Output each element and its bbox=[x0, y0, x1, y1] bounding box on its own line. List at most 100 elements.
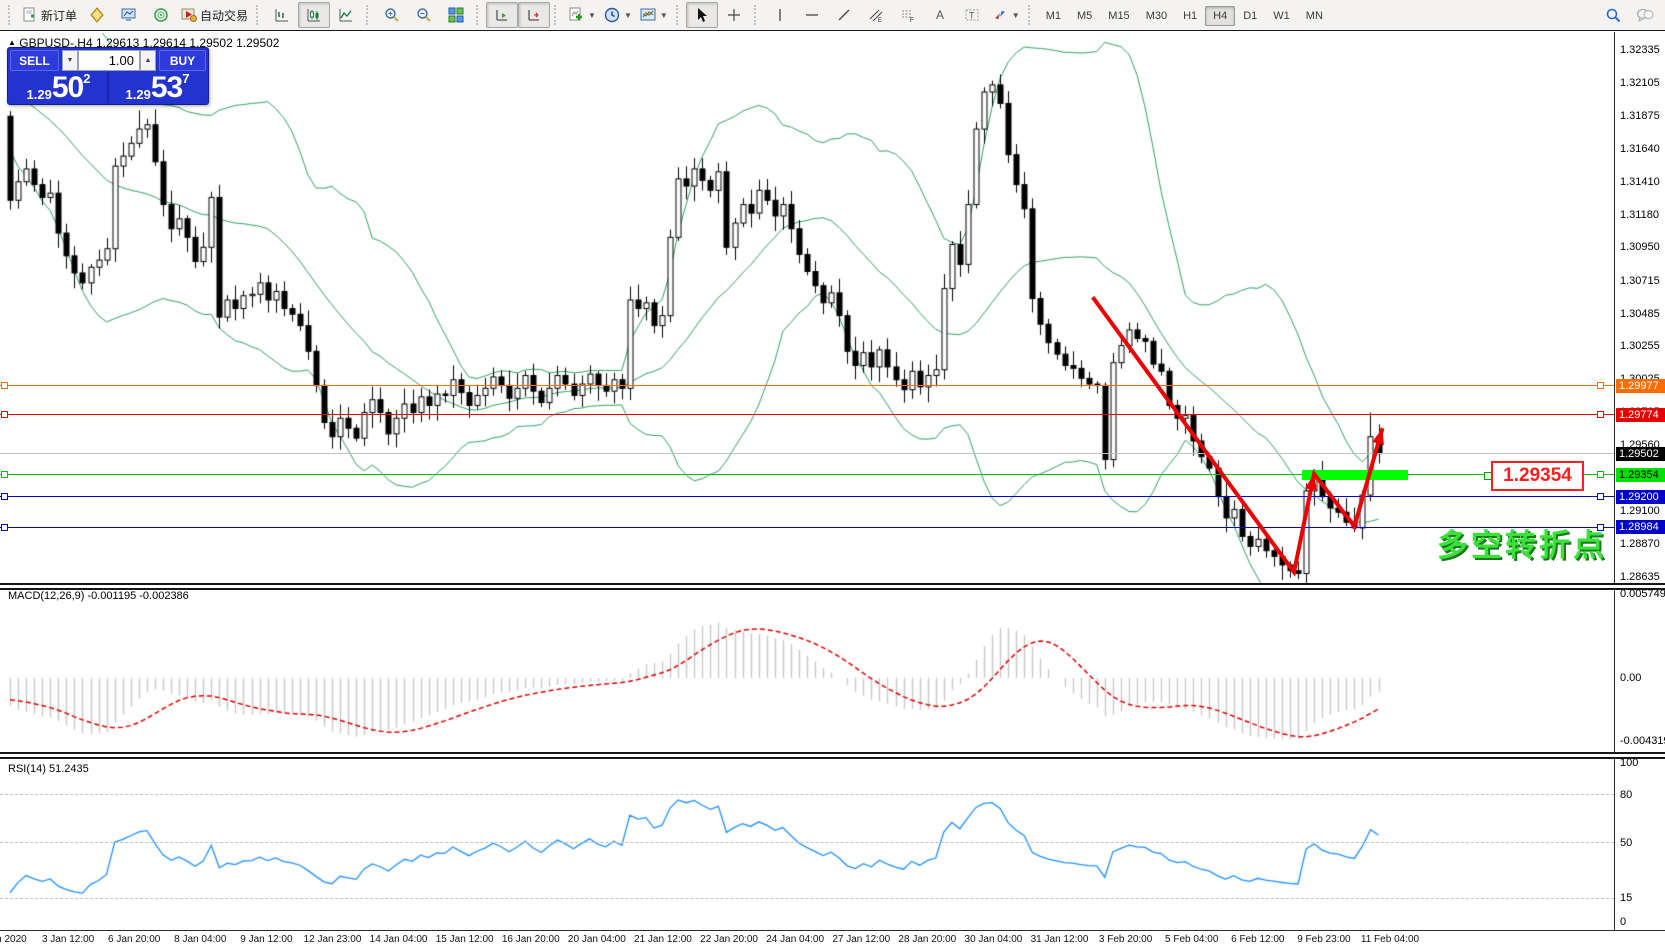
zoom-out-button[interactable] bbox=[408, 2, 440, 28]
zoom-in-button[interactable] bbox=[376, 2, 408, 28]
trendline-tool-button[interactable] bbox=[828, 2, 860, 28]
time-axis-label: 8 Jan 04:00 bbox=[174, 934, 227, 945]
search-button[interactable] bbox=[1597, 2, 1629, 28]
buy-button[interactable]: BUY bbox=[159, 50, 206, 71]
candlestick-chart-button[interactable] bbox=[298, 2, 331, 28]
buy-price[interactable]: 1.29 53 7 bbox=[109, 72, 206, 103]
toolbar-grip bbox=[8, 5, 14, 25]
time-axis-label: 28 Jan 20:00 bbox=[898, 934, 957, 945]
chat-button[interactable] bbox=[1629, 2, 1661, 28]
bar-chart-button[interactable] bbox=[266, 2, 298, 28]
new-chart-button[interactable]: ▼ bbox=[564, 2, 600, 28]
price-axis-tick: 1.31410 bbox=[1620, 175, 1660, 188]
drawn-horizontal-line[interactable] bbox=[0, 496, 1614, 498]
chart-shift-button[interactable] bbox=[486, 2, 519, 28]
line-handle[interactable] bbox=[1, 471, 8, 479]
drawn-horizontal-line[interactable] bbox=[0, 385, 1614, 387]
collapse-panel-icon[interactable]: ▲ bbox=[8, 38, 16, 47]
line-handle[interactable] bbox=[1, 382, 8, 390]
profiles-button[interactable]: ▼ bbox=[600, 2, 636, 28]
panel-separator[interactable] bbox=[0, 583, 1665, 590]
price-axis-label: 1.29354 bbox=[1616, 467, 1665, 482]
text-tool-button[interactable]: A bbox=[924, 2, 956, 28]
horizontal-line-tool-button[interactable] bbox=[796, 2, 828, 28]
sell-price-main: 50 bbox=[51, 71, 84, 104]
auto-trading-button[interactable]: 自动交易 bbox=[177, 2, 252, 28]
price-axis-tick: 1.30715 bbox=[1620, 274, 1660, 287]
line-handle[interactable] bbox=[1597, 471, 1604, 479]
svg-text:F: F bbox=[910, 18, 914, 23]
price-axis-tick: 1.30950 bbox=[1620, 241, 1660, 254]
svg-text:A: A bbox=[936, 8, 944, 22]
channel-tool-button[interactable]: E bbox=[860, 2, 892, 28]
auto-trading-label: 自动交易 bbox=[200, 8, 249, 23]
toolbar-grip bbox=[1027, 5, 1034, 25]
drawn-horizontal-line[interactable] bbox=[0, 414, 1614, 416]
volume-increase-button[interactable]: ▲ bbox=[140, 50, 156, 71]
price-axis-label: 1.29774 bbox=[1616, 407, 1665, 422]
navigator-icon bbox=[89, 7, 105, 23]
sell-price[interactable]: 1.29 50 2 bbox=[10, 72, 107, 103]
search-icon bbox=[1605, 7, 1622, 24]
line-handle[interactable] bbox=[1, 523, 8, 531]
line-handle[interactable] bbox=[1, 411, 8, 419]
turning-point-label[interactable]: 多空转折点 bbox=[1437, 520, 1607, 565]
timeframe-group: M1 M5 M15 M30 H1 H4 D1 W1 MN bbox=[1038, 6, 1331, 26]
time-axis-label: 30 Jan 04:00 bbox=[964, 934, 1023, 945]
panel-separator[interactable] bbox=[0, 752, 1665, 759]
auto-scroll-button[interactable] bbox=[518, 2, 551, 28]
timeframe-w1-button[interactable]: W1 bbox=[1265, 6, 1298, 26]
chevron-down-icon: ▼ bbox=[659, 10, 668, 20]
timeframe-h1-button[interactable]: H1 bbox=[1175, 6, 1205, 26]
timeframe-m1-button[interactable]: M1 bbox=[1038, 6, 1069, 26]
cursor-button[interactable] bbox=[685, 2, 718, 28]
toolbar-grip bbox=[554, 5, 560, 25]
timeframe-m5-button[interactable]: M5 bbox=[1069, 6, 1100, 26]
time-axis-label: 9 Jan 12:00 bbox=[240, 934, 293, 945]
timeframe-m30-button[interactable]: M30 bbox=[1138, 6, 1175, 26]
channel-icon: E bbox=[868, 7, 884, 23]
timeframe-d1-button[interactable]: D1 bbox=[1235, 6, 1265, 26]
fibonacci-icon: F bbox=[900, 7, 916, 23]
vertical-line-tool-button[interactable] bbox=[764, 2, 796, 28]
line-handle[interactable] bbox=[1597, 382, 1604, 390]
data-window-button[interactable] bbox=[145, 2, 177, 28]
price-axis-label: 1.28984 bbox=[1616, 520, 1665, 535]
price-callout-box[interactable]: 1.29354 bbox=[1491, 461, 1584, 491]
line-handle[interactable] bbox=[1597, 493, 1604, 501]
volume-decrease-button[interactable]: ▼ bbox=[62, 50, 78, 71]
text-label-tool-button[interactable]: T bbox=[956, 2, 988, 28]
time-axis-label: 9 Feb 23:00 bbox=[1297, 934, 1351, 945]
volume-input[interactable]: 1.00 bbox=[78, 50, 140, 71]
market-watch-icon bbox=[121, 7, 137, 23]
time-axis-label: 12 Jan 23:00 bbox=[303, 934, 362, 945]
new-order-button[interactable]: 新订单 bbox=[18, 2, 81, 28]
timeframe-mn-button[interactable]: MN bbox=[1298, 6, 1331, 26]
toolbar: 新订单 自动交易 ▼ ▼ ▼ E F A T ▼ M1 M5 M15 M30 H… bbox=[0, 0, 1665, 31]
price-axis-tick: 1.31875 bbox=[1620, 109, 1660, 122]
time-axis-label: 3 Jan 12:00 bbox=[41, 934, 95, 945]
chevron-down-icon: ▼ bbox=[623, 10, 632, 20]
rsi-level-line-80 bbox=[0, 794, 1614, 796]
sell-price-prefix: 1.29 bbox=[26, 87, 52, 102]
new-order-label: 新订单 bbox=[41, 8, 78, 23]
fibonacci-tool-button[interactable]: F bbox=[892, 2, 924, 28]
line-handle[interactable] bbox=[1, 493, 8, 501]
navigator-button[interactable] bbox=[81, 2, 113, 28]
price-axis-tick: 1.32335 bbox=[1620, 44, 1660, 56]
text-label-icon: T bbox=[964, 7, 980, 23]
crosshair-button[interactable] bbox=[718, 2, 750, 28]
support-zone-rectangle[interactable] bbox=[1302, 469, 1409, 480]
candlestick-chart-canvas[interactable] bbox=[0, 31, 1665, 950]
timeframe-h4-button[interactable]: H4 bbox=[1205, 6, 1236, 26]
drawn-horizontal-line[interactable] bbox=[0, 526, 1614, 528]
templates-button[interactable]: ▼ bbox=[636, 2, 672, 28]
line-chart-button[interactable] bbox=[330, 2, 362, 28]
tile-windows-button[interactable] bbox=[440, 2, 472, 28]
timeframe-m15-button[interactable]: M15 bbox=[1100, 6, 1137, 26]
line-handle[interactable] bbox=[1597, 411, 1604, 419]
arrows-tool-button[interactable]: ▼ bbox=[988, 2, 1024, 28]
sell-button[interactable]: SELL bbox=[10, 50, 59, 71]
market-watch-button[interactable] bbox=[113, 2, 145, 28]
time-axis-label: 20 Jan 04:00 bbox=[567, 934, 626, 945]
